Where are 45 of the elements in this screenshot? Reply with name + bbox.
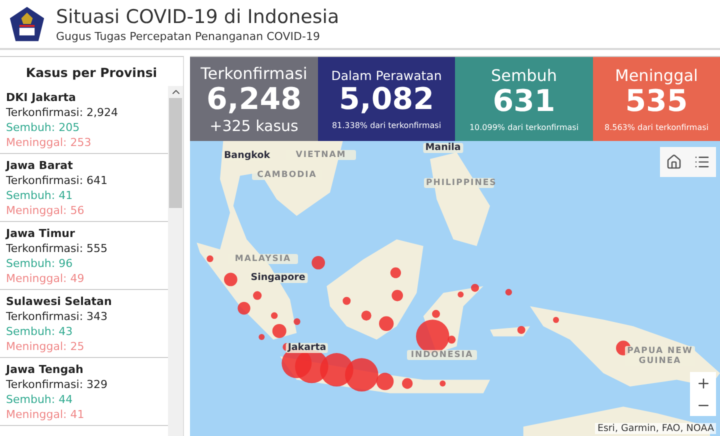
sidebar-title: Kasus per Provinsi (24, 64, 158, 82)
city-label: Manila (423, 143, 463, 153)
confirmed-count: Terkonfirmasi: 329 (6, 377, 109, 392)
stat-label: Dalam Perawatan (331, 68, 442, 83)
stat-label: Sembuh (490, 66, 558, 85)
plus-icon[interactable] (696, 376, 710, 390)
stat-value: 631 (492, 85, 556, 119)
country-label: INDONESIA (407, 350, 477, 360)
stat-label: Meninggal (615, 66, 698, 85)
stat-note: 10.099% dari terkonfirmasi (469, 123, 579, 132)
stat-note: +325 kasus (210, 116, 298, 134)
stat-note: 81.338% dari terkonfirmasi (332, 121, 442, 130)
confirmed-count: Terkonfirmasi: 641 (6, 173, 109, 188)
city-label: Singapore (248, 273, 308, 283)
recovered-count: Sembuh: 205 (6, 120, 81, 135)
deaths-count: Meninggal: 41 (6, 407, 86, 422)
recovered-count: Sembuh: 41 (6, 188, 74, 203)
stat-note: 8.563% dari terkonfirmasi (604, 123, 708, 132)
recovered-count: Sembuh: 44 (6, 392, 74, 407)
confirmed-count: Terkonfirmasi: 555 (6, 241, 109, 256)
scrollbar[interactable] (168, 86, 183, 436)
province-name: Jawa Tengah (6, 362, 84, 377)
deaths-count: Meninggal: 25 (6, 339, 86, 354)
city-label: Bangkok (222, 151, 272, 161)
deaths-count: Meninggal: 56 (6, 203, 86, 218)
recovered-count: Sembuh: 96 (6, 256, 74, 271)
dashboard-subtitle: Gugus Tugas Percepatan Penanganan COVID-19 (56, 30, 321, 42)
city-label: Jakarta (286, 343, 328, 353)
confirmed-count: Terkonfirmasi: 2,924 (6, 105, 120, 120)
province-name: Sulawesi Selatan (6, 294, 113, 309)
stat-value: 535 (625, 85, 688, 119)
stat-value: 5,082 (339, 83, 434, 117)
deaths-count: Meninggal: 253 (6, 135, 92, 150)
province-name: Jawa Timur (6, 226, 76, 241)
recovered-count: Sembuh: 43 (6, 324, 74, 339)
confirmed-count: Terkonfirmasi: 343 (6, 309, 109, 324)
country-label: PAPUA NEW GUINEA (625, 346, 695, 366)
emblem-logo (8, 5, 46, 43)
stat-label: Terkonfirmasi (200, 64, 308, 82)
dashboard-title: Situasi COVID-19 di Indonesia (56, 6, 340, 28)
deaths-count: Meninggal: 49 (6, 271, 86, 286)
stat-value: 6,248 (206, 82, 302, 116)
map-attribution: Esri, Garmin, FAO, NOAA (595, 423, 716, 434)
province-name: DKI Jakarta (6, 90, 77, 105)
province-name: Jawa Barat (6, 158, 74, 173)
